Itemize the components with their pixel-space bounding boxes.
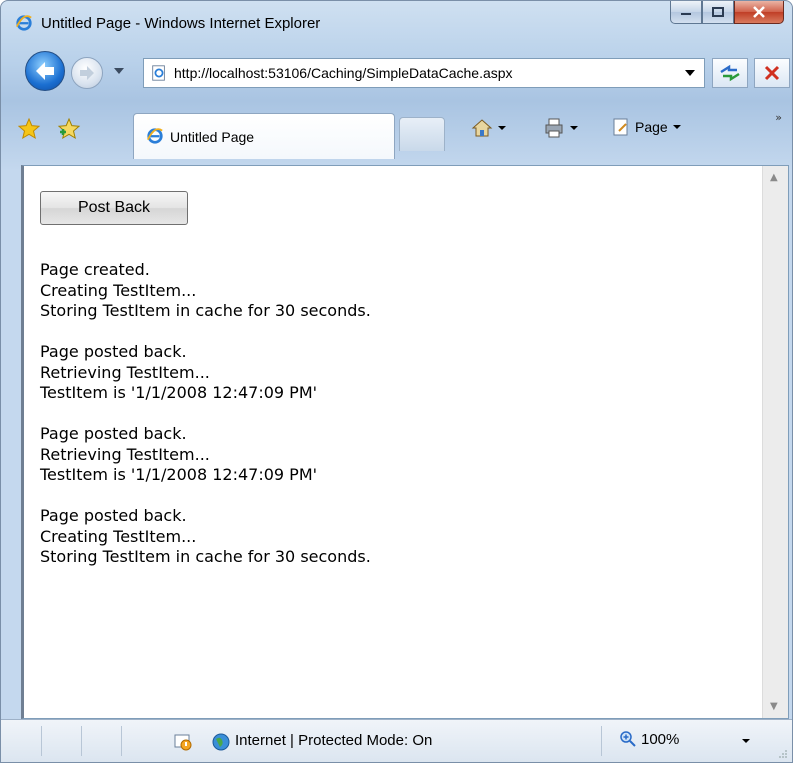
resize-grip-icon[interactable] [778, 749, 788, 759]
zoom-button[interactable]: 100% [619, 730, 679, 748]
log-block: Page posted back. Retrieving TestItem...… [40, 424, 371, 486]
maximize-icon [712, 7, 724, 17]
page-icon [152, 65, 165, 81]
back-button[interactable] [25, 51, 65, 91]
protected-mode-icon[interactable] [173, 731, 193, 751]
close-icon [753, 6, 765, 18]
chevron-down-icon[interactable] [497, 125, 507, 131]
log-block: Page posted back. Creating TestItem... S… [40, 506, 371, 568]
chevron-down-icon [672, 125, 681, 129]
security-zone-label[interactable]: Internet | Protected Mode: On [235, 732, 432, 749]
chevron-down-icon[interactable] [569, 125, 579, 131]
scroll-down-icon[interactable]: ▼ [770, 701, 778, 712]
more-commands-chevron[interactable]: » [775, 111, 782, 124]
caption-buttons [670, 1, 784, 25]
title-bar: Untitled Page - Windows Internet Explore… [1, 1, 792, 41]
log-line: Page posted back. [40, 506, 187, 525]
chevron-down-icon[interactable] [741, 738, 751, 744]
log-line: Creating TestItem... [40, 526, 197, 546]
minimize-icon [681, 13, 691, 15]
zoom-level: 100% [641, 730, 680, 748]
address-input[interactable]: http://localhost:53106/Caching/SimpleDat… [174, 65, 513, 81]
log-block: Page created. Creating TestItem... Stori… [40, 260, 371, 322]
zoom-icon [620, 731, 636, 747]
tab-untitled-page[interactable]: Untitled Page [133, 113, 395, 159]
vertical-scrollbar[interactable]: ▲ ▼ [762, 166, 788, 718]
log-line: Creating TestItem... [40, 280, 197, 300]
browser-window: Untitled Page - Windows Internet Explore… [0, 0, 793, 763]
favorites-star-icon[interactable] [17, 117, 41, 141]
tab-label: Untitled Page [170, 129, 255, 145]
stop-icon [764, 65, 780, 81]
output-log: Page created. Creating TestItem... Stori… [40, 260, 371, 588]
log-line: Retrieving TestItem... [40, 362, 210, 382]
log-line: Storing TestItem in cache for 30 seconds… [40, 547, 371, 566]
globe-icon [212, 733, 230, 751]
forward-button[interactable] [71, 57, 103, 89]
log-block: Page posted back. Retrieving TestItem...… [40, 342, 371, 404]
refresh-icon [720, 64, 740, 82]
log-line: Page posted back. [40, 342, 187, 361]
address-bar[interactable]: http://localhost:53106/Caching/SimpleDat… [143, 58, 705, 88]
page-icon [613, 118, 628, 136]
chevron-down-icon[interactable] [684, 69, 696, 77]
log-line: Page created. [40, 260, 150, 279]
refresh-button[interactable] [712, 58, 748, 88]
window-title: Untitled Page - Windows Internet Explore… [41, 15, 321, 32]
printer-icon [545, 118, 563, 138]
minimize-button[interactable] [670, 1, 702, 24]
ie-icon [15, 15, 32, 31]
status-cell [81, 726, 82, 756]
recent-pages-dropdown-icon[interactable] [113, 67, 125, 75]
post-back-button[interactable]: Post Back [40, 191, 188, 225]
tab-row: Untitled Page Page » [1, 105, 792, 159]
status-cell [41, 726, 42, 756]
ie-icon [146, 128, 163, 144]
status-bar: Internet | Protected Mode: On 100% [1, 719, 792, 762]
new-tab-button[interactable] [399, 117, 445, 151]
scroll-up-icon[interactable]: ▲ [770, 172, 778, 183]
home-icon [471, 119, 493, 137]
add-favorites-icon[interactable] [57, 117, 81, 141]
log-line: TestItem is '1/1/2008 12:47:09 PM' [40, 465, 318, 484]
log-line: TestItem is '1/1/2008 12:47:09 PM' [40, 383, 318, 402]
print-button[interactable] [543, 117, 579, 139]
maximize-button[interactable] [702, 1, 734, 24]
status-cell [121, 726, 122, 756]
stop-button[interactable] [754, 58, 790, 88]
forward-arrow-icon [80, 66, 94, 80]
page-menu-button[interactable]: Page [611, 117, 682, 137]
status-cell [601, 726, 602, 756]
log-line: Page posted back. [40, 424, 187, 443]
back-arrow-icon [36, 62, 54, 80]
log-line: Storing TestItem in cache for 30 seconds… [40, 301, 371, 320]
page-content: Post Back Page created. Creating TestIte… [21, 165, 789, 719]
page-menu-label: Page [635, 119, 668, 135]
close-button[interactable] [734, 1, 784, 24]
log-line: Retrieving TestItem... [40, 444, 210, 464]
home-button[interactable] [471, 117, 507, 139]
